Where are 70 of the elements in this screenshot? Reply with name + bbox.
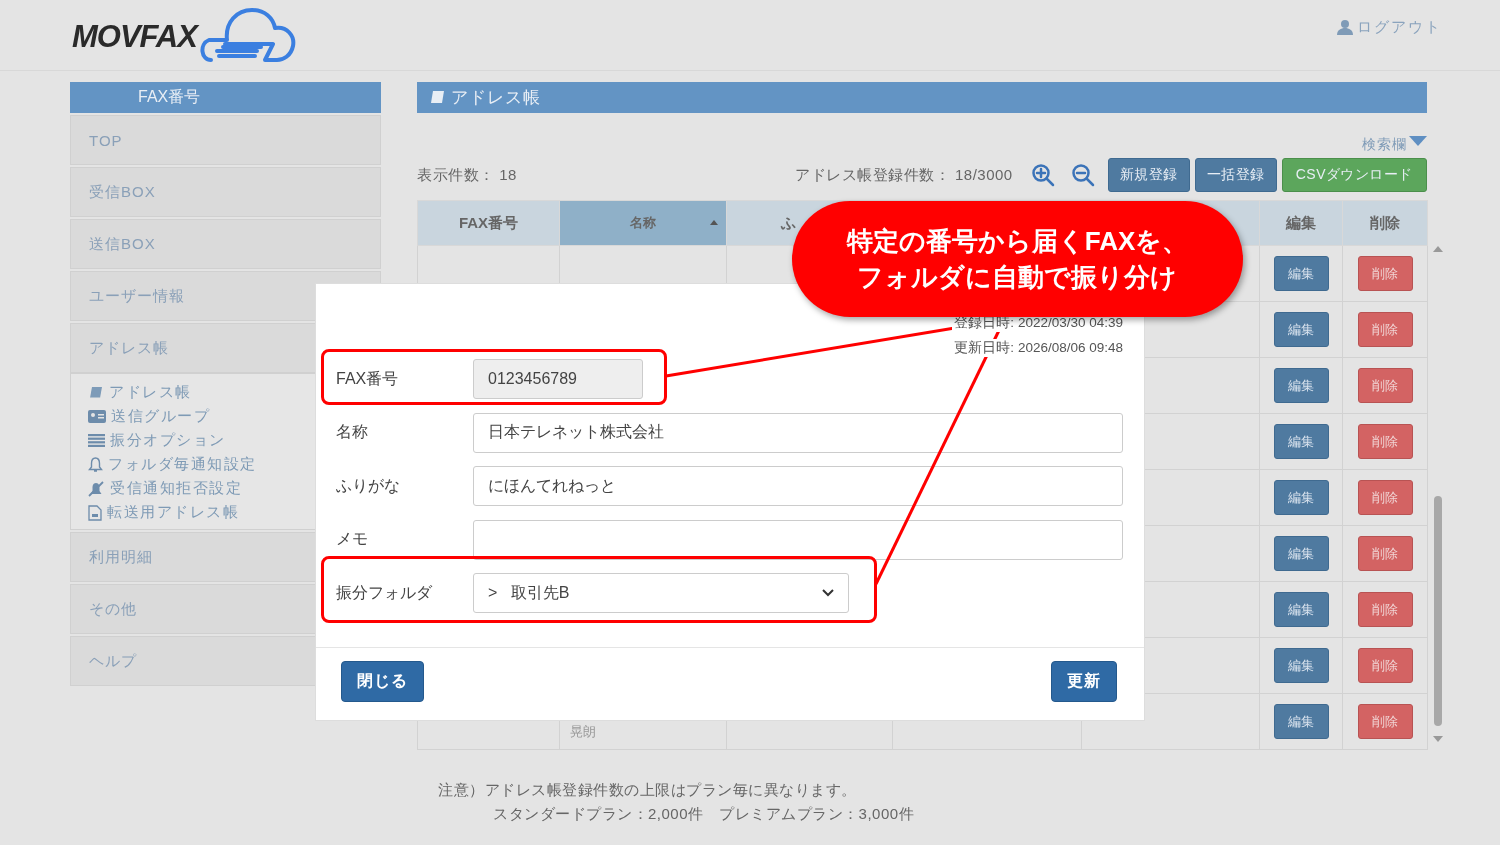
sort-icon [710, 220, 718, 225]
delete-button[interactable]: 削除 [1357, 704, 1413, 739]
page-title: アドレス帳 [451, 87, 541, 109]
edit-button[interactable]: 編集 [1273, 536, 1329, 571]
submenu-item[interactable]: アドレス帳 [109, 383, 192, 402]
edit-button[interactable]: 編集 [1273, 256, 1329, 291]
delete-button[interactable]: 削除 [1357, 480, 1413, 515]
column-header[interactable]: 名称 [559, 200, 727, 246]
field-label: ふりがな [336, 475, 401, 496]
column-header[interactable]: 編集 [1259, 200, 1343, 246]
submenu-item[interactable]: 受信通知拒否設定 [110, 479, 242, 498]
edit-button[interactable]: 編集 [1273, 480, 1329, 515]
logo-text: MOVFAX [72, 21, 197, 52]
input-field[interactable] [473, 519, 1123, 560]
user-icon [1337, 19, 1353, 35]
edit-button[interactable]: 編集 [1273, 312, 1329, 347]
timestamp-text: 更新日時: 2026/08/06 09:48 [952, 339, 1123, 357]
bell-slash-icon [88, 480, 105, 497]
zoom-out-icon[interactable] [1070, 163, 1095, 187]
edit-button[interactable]: 編集 [1273, 424, 1329, 459]
edit-button[interactable]: 編集 [1273, 704, 1329, 739]
edit-button[interactable]: 編集 [1273, 368, 1329, 403]
scroll-up-icon[interactable] [1432, 244, 1444, 254]
toolbar-button[interactable]: 一括登録 [1194, 158, 1277, 192]
delete-button[interactable]: 削除 [1357, 312, 1413, 347]
table-cell: 晃朗 [570, 724, 596, 739]
toolbar-button[interactable]: 新規登録 [1107, 158, 1190, 192]
edit-button[interactable]: 編集 [1273, 592, 1329, 627]
delete-button[interactable]: 削除 [1357, 592, 1413, 627]
sidebar-item[interactable]: 受信BOX [70, 167, 381, 217]
zoom-in-icon[interactable] [1030, 163, 1055, 187]
input-field[interactable]: にほんてれねっと [473, 466, 1123, 506]
display-count: 表示件数： 18 [417, 165, 517, 185]
field-label: メモ [336, 529, 369, 549]
update-button[interactable]: 更新 [1051, 661, 1117, 702]
delete-button[interactable]: 削除 [1357, 368, 1413, 403]
folder-select[interactable]: > 取引先B [473, 573, 849, 613]
delete-button[interactable]: 削除 [1357, 648, 1413, 683]
list-icon [88, 434, 105, 447]
chevron-down-icon [822, 589, 834, 597]
submenu-item[interactable]: 送信グループ [111, 407, 210, 426]
note-text: 注意）アドレス帳登録件数の上限はプラン毎に異なります。 [438, 780, 858, 800]
sidebar-item[interactable]: 送信BOX [70, 219, 381, 269]
sidebar-item[interactable]: TOP [70, 115, 381, 165]
id-card-icon [88, 410, 106, 423]
logout-link[interactable]: ログアウト [1357, 17, 1442, 37]
edit-button[interactable]: 編集 [1273, 648, 1329, 683]
field-label: 名称 [336, 422, 369, 442]
registered-count: アドレス帳登録件数： 18/3000 [795, 165, 1013, 185]
submenu-item[interactable]: 振分オプション [110, 431, 226, 450]
book-icon [88, 385, 104, 400]
toolbar-button[interactable]: CSVダウンロード [1281, 158, 1427, 192]
search-toggle[interactable]: 検索欄 [1362, 135, 1427, 155]
sidebar-title: FAX番号 [70, 82, 381, 113]
delete-button[interactable]: 削除 [1357, 256, 1413, 291]
scrollbar[interactable] [1432, 244, 1444, 744]
submenu-item[interactable]: 転送用アドレス帳 [107, 503, 239, 522]
close-button[interactable]: 閉じる [341, 661, 424, 702]
column-header[interactable]: 削除 [1342, 200, 1428, 246]
column-header[interactable]: FAX番号 [417, 200, 560, 246]
document-icon [88, 504, 102, 521]
scroll-down-icon[interactable] [1432, 734, 1444, 744]
book-icon [429, 90, 445, 105]
input-field[interactable]: 0123456789 [473, 359, 643, 399]
note-text: スタンダードプラン：2,000件 プレミアムプラン：3,000件 [492, 804, 916, 824]
input-field[interactable]: 日本テレネット株式会社 [473, 412, 1123, 453]
delete-button[interactable]: 削除 [1357, 424, 1413, 459]
submenu-item[interactable]: フォルダ毎通知設定 [108, 455, 257, 474]
delete-button[interactable]: 削除 [1357, 536, 1413, 571]
bell-icon [88, 456, 103, 473]
